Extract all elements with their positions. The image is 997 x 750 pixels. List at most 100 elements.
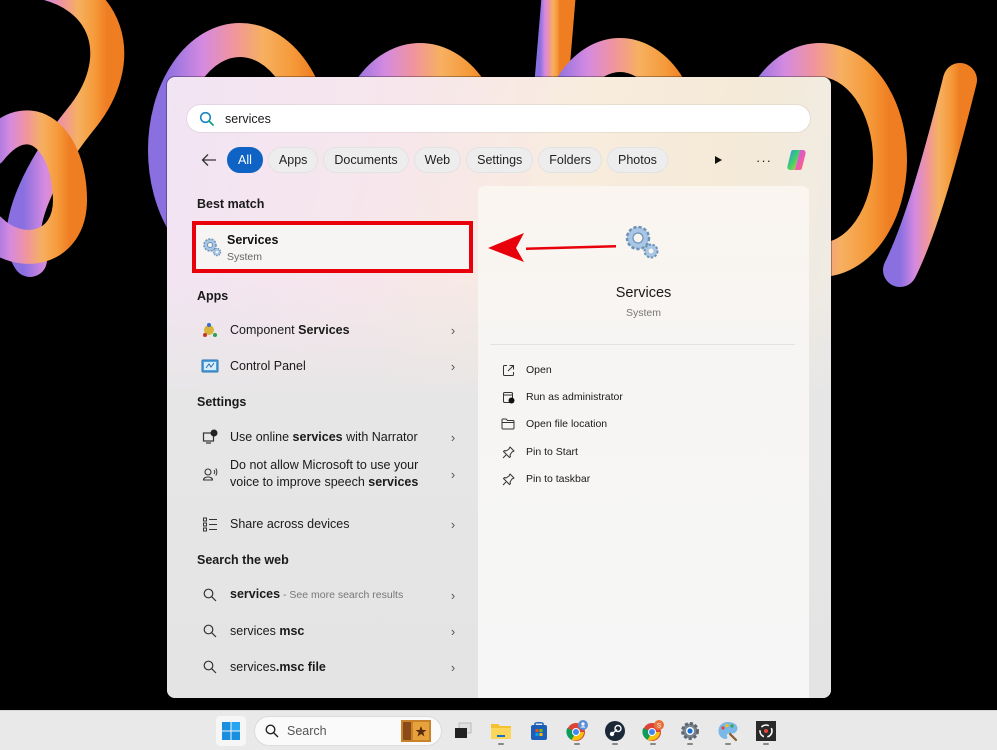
svg-text:S: S <box>657 722 662 729</box>
chrome-profile-icon <box>566 720 588 741</box>
more-options-button[interactable]: ··· <box>752 148 776 172</box>
more-filters-button[interactable] <box>706 148 730 172</box>
action-open-file-location[interactable]: Open file location <box>500 413 607 435</box>
gears-icon <box>203 238 222 257</box>
task-view-button[interactable] <box>448 716 478 746</box>
obs-icon <box>756 721 776 741</box>
search-icon <box>201 586 219 604</box>
divider <box>490 344 795 345</box>
filter-chip-folders[interactable]: Folders <box>538 147 602 173</box>
action-label: Pin to taskbar <box>526 473 591 485</box>
filter-chip-web[interactable]: Web <box>413 147 462 173</box>
result-label: services - See more search results <box>230 587 404 601</box>
settings-button[interactable] <box>675 716 705 746</box>
taskbar-search[interactable]: Search <box>254 716 442 746</box>
chrome-profile-button[interactable] <box>562 716 592 746</box>
start-button[interactable] <box>216 716 246 746</box>
result-speech-services[interactable]: Do not allow Microsoft to use your voice… <box>197 450 459 498</box>
search-icon <box>199 111 214 126</box>
filter-chip-settings[interactable]: Settings <box>466 147 534 173</box>
result-label: services msc <box>230 623 305 638</box>
running-indicator <box>612 743 618 745</box>
preview-title: Services <box>615 285 672 301</box>
speech-icon <box>201 465 219 483</box>
steam-button[interactable] <box>600 716 630 746</box>
settings-icon <box>681 722 699 740</box>
task-view-icon <box>455 722 472 738</box>
running-indicator <box>725 743 731 745</box>
folder-icon <box>500 416 516 432</box>
running-indicator <box>650 743 656 745</box>
chrome-badge-icon: S <box>642 720 664 741</box>
best-match-subtitle: System <box>227 251 263 263</box>
best-match-item[interactable]: Services System <box>192 221 473 273</box>
file-explorer-icon <box>491 724 511 739</box>
web-result-services[interactable]: services - See more search results › <box>197 580 459 610</box>
search-input[interactable] <box>225 111 785 126</box>
search-flyout: All Apps Documents Web Settings Folders … <box>167 77 831 698</box>
pin-icon <box>500 444 516 460</box>
play-icon <box>715 156 722 164</box>
action-open[interactable]: Open <box>500 359 552 381</box>
arrow-left-icon <box>201 154 216 166</box>
action-pin-to-start[interactable]: Pin to Start <box>500 441 578 463</box>
chevron-right-icon: › <box>450 322 456 338</box>
chevron-right-icon: › <box>450 516 456 532</box>
chevron-right-icon: › <box>450 587 456 603</box>
preview-subtitle: System <box>625 307 661 319</box>
file-explorer-button[interactable] <box>486 716 516 746</box>
section-title-best-match: Best match <box>197 197 265 211</box>
running-indicator <box>687 743 693 745</box>
chevron-right-icon: › <box>450 358 456 374</box>
result-narrator-online-services[interactable]: Use online services with Narrator › <box>197 422 459 452</box>
open-external-icon <box>500 362 516 378</box>
gears-icon <box>625 225 659 259</box>
paint-button[interactable] <box>713 716 743 746</box>
steam-icon <box>605 721 625 741</box>
taskbar-search-label: Search <box>287 724 327 738</box>
action-label: Open <box>526 364 552 376</box>
copilot-button[interactable] <box>784 146 812 174</box>
chevron-right-icon: › <box>450 466 456 482</box>
chrome-button[interactable]: S <box>638 716 668 746</box>
search-icon <box>265 724 279 738</box>
search-icon <box>201 658 219 676</box>
share-devices-icon <box>201 515 219 533</box>
narrator-icon <box>201 428 219 446</box>
annotation-arrow <box>488 233 616 262</box>
search-box[interactable] <box>187 105 810 132</box>
action-label: Run as administrator <box>526 391 623 403</box>
component-services-icon <box>201 321 219 339</box>
filter-bar: All Apps Documents Web Settings Folders … <box>197 147 812 173</box>
chevron-right-icon: › <box>450 659 456 675</box>
microsoft-store-button[interactable] <box>524 716 554 746</box>
result-control-panel[interactable]: Control Panel › <box>197 351 459 381</box>
filter-chip-documents[interactable]: Documents <box>323 147 409 173</box>
pin-icon <box>500 471 516 487</box>
action-run-as-administrator[interactable]: Run as administrator <box>500 386 623 408</box>
action-label: Open file location <box>526 418 608 430</box>
web-result-services-msc-file[interactable]: services.msc file › <box>197 652 459 682</box>
chevron-right-icon: › <box>450 623 456 639</box>
web-result-services-msc[interactable]: services msc › <box>197 616 459 646</box>
run-as-admin-icon <box>500 389 516 405</box>
section-title-apps: Apps <box>197 289 229 303</box>
obs-button[interactable] <box>751 716 781 746</box>
result-label: Component Services <box>230 322 350 337</box>
copilot-icon <box>787 150 806 170</box>
result-label: Control Panel <box>230 358 306 373</box>
paint-icon <box>718 722 738 742</box>
filter-chip-photos[interactable]: Photos <box>606 147 668 173</box>
control-panel-icon <box>201 357 219 375</box>
back-button[interactable] <box>197 148 221 172</box>
action-pin-to-taskbar[interactable]: Pin to taskbar <box>500 468 590 490</box>
section-title-search-web: Search the web <box>197 553 289 567</box>
section-title-settings: Settings <box>197 395 247 409</box>
filter-chip-apps[interactable]: Apps <box>267 147 319 173</box>
filter-chip-all[interactable]: All <box>227 147 263 173</box>
result-share-across-devices[interactable]: Share across devices › <box>197 509 459 539</box>
taskbar: Search S <box>0 710 997 750</box>
result-label: Do not allow Microsoft to use your voice… <box>230 458 419 489</box>
result-component-services[interactable]: Component Services › <box>197 315 459 345</box>
result-label: Use online services with Narrator <box>230 429 418 444</box>
